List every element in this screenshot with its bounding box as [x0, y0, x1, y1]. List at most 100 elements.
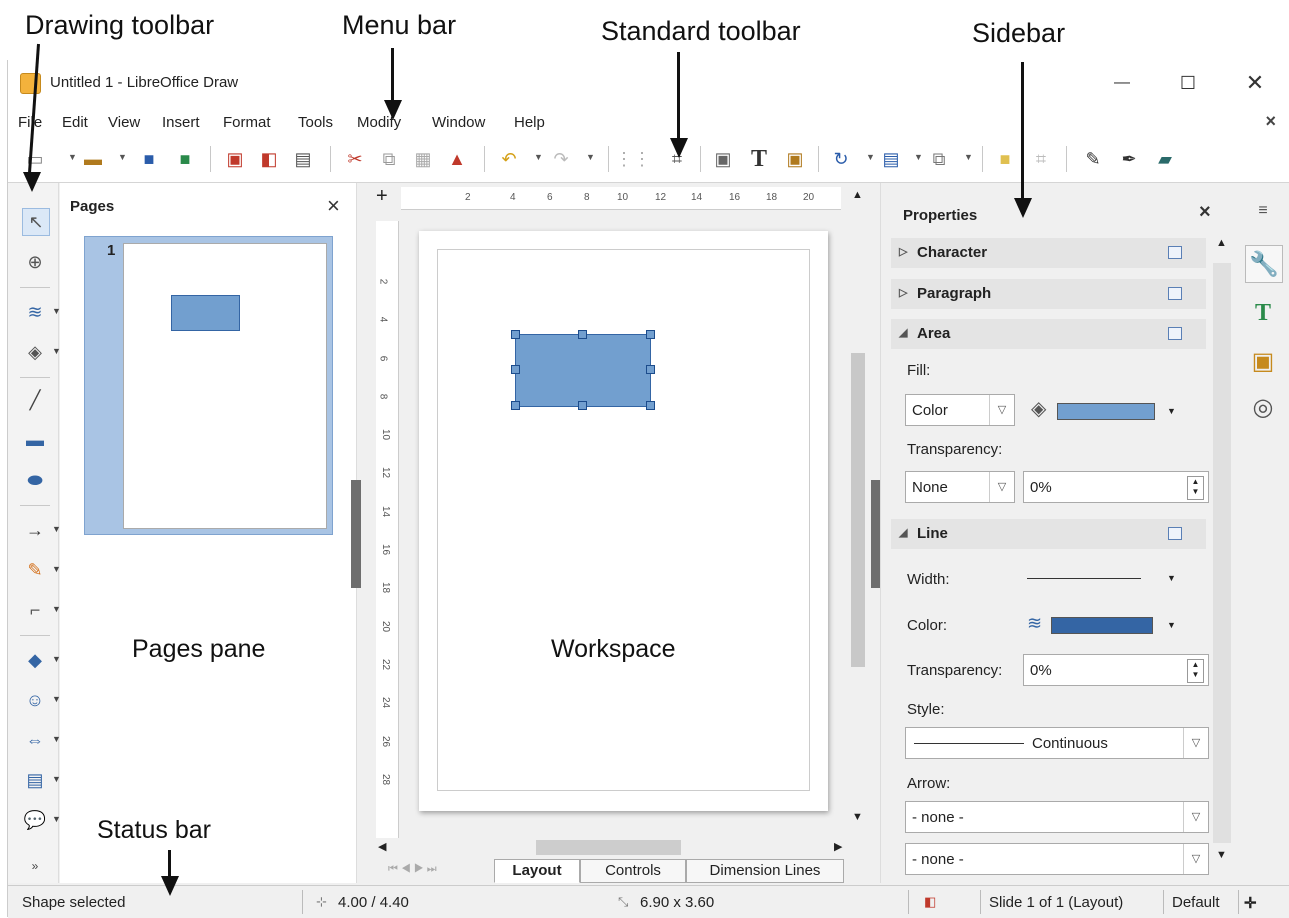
print-icon[interactable]: ▤ — [292, 148, 314, 170]
navigator-compass-icon[interactable]: ◎ — [1245, 389, 1281, 425]
fill-color-icon[interactable]: ◈ — [22, 339, 48, 365]
ellipse-tool-icon[interactable]: ⬬ — [22, 467, 48, 493]
tab-navigation-icon[interactable]: ⏮ ◀ ▶ ⏭ — [388, 863, 437, 876]
new-document-icon[interactable]: ▭ — [24, 148, 46, 170]
menu-help[interactable]: Help — [514, 114, 545, 131]
sidebar-close-button[interactable]: × — [1199, 201, 1211, 224]
close-document-button[interactable]: × — [1265, 111, 1276, 132]
points-icon[interactable]: ✎ — [1082, 148, 1104, 170]
selection-handle[interactable] — [646, 401, 655, 410]
sidebar-scrollbar[interactable]: ▲ ▼ — [1213, 237, 1231, 861]
menu-window[interactable]: Window — [432, 114, 485, 131]
section-line[interactable]: ◢ Line — [891, 519, 1206, 549]
tab-layout[interactable]: Layout — [494, 859, 580, 883]
arrow-line-icon[interactable]: → — [22, 517, 48, 543]
crop-icon[interactable]: ⌗ — [1030, 148, 1052, 170]
fill-type-select[interactable]: Color ▽ — [905, 394, 1015, 426]
more-options-icon[interactable] — [1168, 287, 1182, 300]
scroll-down-icon[interactable]: ▼ — [852, 811, 863, 823]
selection-handle[interactable] — [578, 330, 587, 339]
vertical-scrollbar-thumb[interactable] — [851, 353, 865, 667]
undo-dropdown-icon[interactable]: ▼ — [534, 152, 543, 162]
sidebar-menu-icon[interactable]: ≡ — [1245, 193, 1281, 229]
arrow-start-select[interactable]: - none - ▽ — [905, 801, 1209, 833]
scroll-down-icon[interactable]: ▼ — [1216, 849, 1227, 861]
more-options-icon[interactable] — [1168, 246, 1182, 259]
grid-icon[interactable]: ⋮⋮ — [615, 148, 651, 170]
pages-pane-close-button[interactable]: × — [327, 193, 340, 219]
drawing-page[interactable]: Workspace — [419, 231, 828, 811]
status-style[interactable]: Default — [1172, 894, 1220, 911]
new-dropdown-icon[interactable]: ▼ — [68, 152, 77, 162]
menu-view[interactable]: View — [108, 114, 140, 131]
callouts-icon[interactable]: 💬 — [22, 807, 48, 833]
scroll-up-icon[interactable]: ▲ — [852, 189, 863, 201]
connector-tool-icon[interactable]: ⌐ — [22, 597, 48, 623]
fontwork-icon[interactable]: ▣ — [784, 148, 806, 170]
line-width-dropdown-icon[interactable]: ▼ — [1167, 573, 1176, 583]
menu-edit[interactable]: Edit — [62, 114, 88, 131]
text-box-icon[interactable]: T — [748, 146, 770, 172]
spin-arrows-icon[interactable]: ▲ ▼ — [1187, 659, 1204, 683]
vertical-scrollbar[interactable]: ▲ ▼ — [848, 183, 866, 843]
selection-handle[interactable] — [511, 330, 520, 339]
tab-dimension-lines[interactable]: Dimension Lines — [686, 859, 844, 883]
line-color-swatch[interactable] — [1051, 617, 1153, 634]
section-character[interactable]: ▷ Character — [891, 238, 1206, 268]
properties-wrench-icon[interactable]: 🔧 — [1245, 245, 1283, 283]
fill-color-dropdown-icon[interactable]: ▼ — [1167, 406, 1176, 416]
fit-to-window-icon[interactable]: ✛ — [1244, 894, 1257, 912]
vertical-ruler[interactable]: 2 4 6 8 10 12 14 16 18 20 22 24 26 28 — [376, 221, 399, 841]
selection-handle[interactable] — [646, 365, 655, 374]
arrange-icon[interactable]: ⧉ — [928, 148, 950, 170]
spin-arrows-icon[interactable]: ▲ ▼ — [1187, 476, 1204, 500]
select-icon[interactable]: ↖ — [22, 208, 50, 236]
cut-icon[interactable]: ✂ — [344, 148, 366, 170]
area-transparency-spinner[interactable]: 0% ▲ ▼ — [1023, 471, 1209, 503]
rectangle-tool-icon[interactable]: ▬ — [22, 427, 48, 453]
arrange-dropdown-icon[interactable]: ▼ — [964, 152, 973, 162]
scroll-right-icon[interactable]: ▶ — [834, 840, 842, 853]
line-transparency-spinner[interactable]: 0% ▲ ▼ — [1023, 654, 1209, 686]
arrow-end-select[interactable]: - none - ▽ — [905, 843, 1209, 875]
selection-handle[interactable] — [511, 401, 520, 410]
line-style-select[interactable]: Continuous ▽ — [905, 727, 1209, 759]
ruler-origin-icon[interactable]: + — [376, 185, 388, 208]
glue-points-icon[interactable]: ✒ — [1118, 148, 1140, 170]
selection-handle[interactable] — [578, 401, 587, 410]
open-dropdown-icon[interactable]: ▼ — [118, 152, 127, 162]
menu-insert[interactable]: Insert — [162, 114, 200, 131]
section-paragraph[interactable]: ▷ Paragraph — [891, 279, 1206, 309]
rotate-dropdown-icon[interactable]: ▼ — [866, 152, 875, 162]
more-tools-icon[interactable]: » — [22, 853, 48, 879]
save-icon[interactable]: ■ — [138, 148, 160, 170]
line-color-icon[interactable]: ≋ — [22, 299, 48, 325]
redo-icon[interactable]: ↷ — [550, 148, 572, 170]
3d-object-icon[interactable]: ▰ — [1154, 148, 1176, 170]
shadow-icon[interactable]: ■ — [994, 148, 1016, 170]
scroll-up-icon[interactable]: ▲ — [1216, 237, 1227, 249]
horizontal-scrollbar[interactable]: ◀ ▶ — [376, 838, 848, 856]
copy-icon[interactable]: ⧉ — [378, 148, 400, 170]
clone-formatting-icon[interactable]: ▲ — [446, 148, 468, 170]
page-thumbnail[interactable]: 1 — [84, 236, 333, 535]
scroll-left-icon[interactable]: ◀ — [378, 840, 386, 853]
symbol-shapes-icon[interactable]: ☺ — [22, 687, 48, 713]
menu-tools[interactable]: Tools — [298, 114, 333, 131]
section-area[interactable]: ◢ Area — [891, 319, 1206, 349]
zoom-icon[interactable]: ⊕ — [22, 249, 48, 275]
fill-color-swatch[interactable] — [1057, 403, 1155, 420]
gallery-icon[interactable]: ▣ — [1245, 343, 1281, 379]
align-dropdown-icon[interactable]: ▼ — [914, 152, 923, 162]
insert-image-icon[interactable]: ▣ — [712, 148, 734, 170]
curve-tool-icon[interactable]: ✎ — [22, 557, 48, 583]
area-transparency-mode-select[interactable]: None ▽ — [905, 471, 1015, 503]
align-icon[interactable]: ▤ — [880, 148, 902, 170]
line-tool-icon[interactable]: ╱ — [22, 387, 48, 413]
styles-icon[interactable]: T — [1245, 295, 1281, 331]
save-as-icon[interactable]: ■ — [174, 148, 196, 170]
tab-controls[interactable]: Controls — [580, 859, 686, 883]
redo-dropdown-icon[interactable]: ▼ — [586, 152, 595, 162]
block-arrows-icon[interactable]: ⇔ — [22, 727, 48, 753]
selection-handle[interactable] — [511, 365, 520, 374]
